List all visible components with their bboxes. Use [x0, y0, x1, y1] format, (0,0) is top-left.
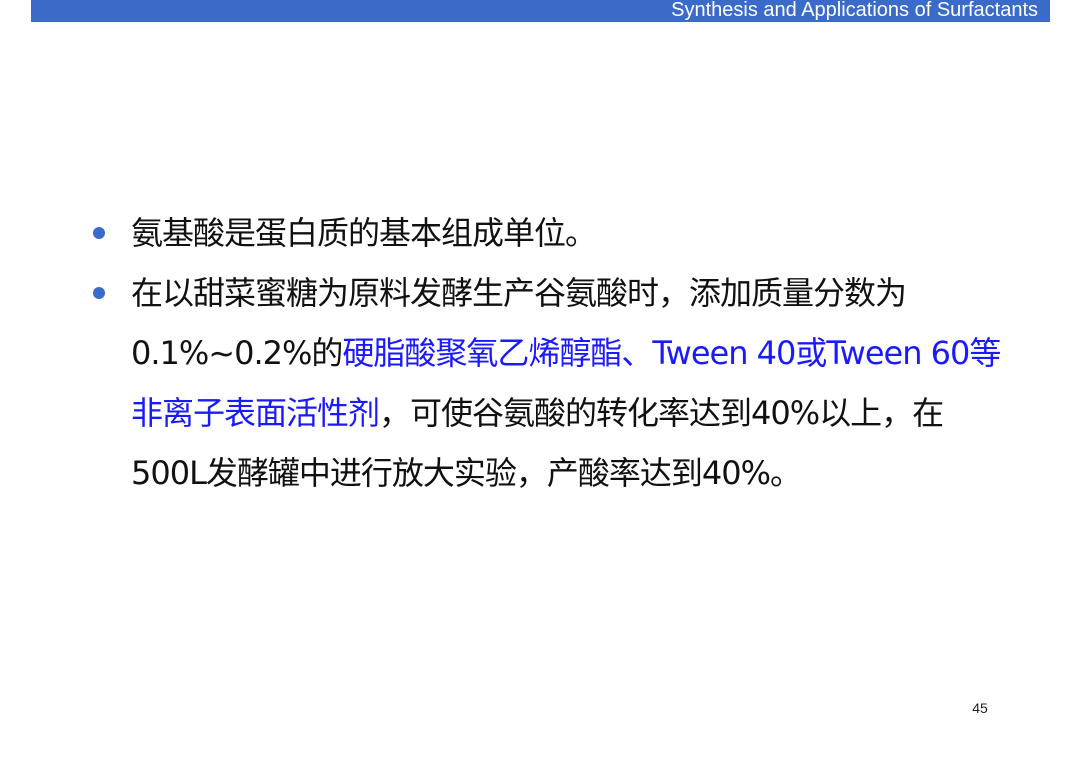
bullet-list: 氨基酸是蛋白质的基本组成单位。 在以甜菜蜜糖为原料发酵生产谷氨酸时，添加质量分数… [0, 0, 1080, 764]
bullet-dot-icon [93, 227, 105, 239]
bullet-item: 在以甜菜蜜糖为原料发酵生产谷氨酸时，添加质量分数为0.1%~0.2%的硬脂酸聚氧… [93, 263, 1001, 503]
bullet-text: 氨基酸是蛋白质的基本组成单位。 [131, 214, 597, 252]
page-number: 45 [972, 700, 988, 716]
bullet-item: 氨基酸是蛋白质的基本组成单位。 [93, 203, 1001, 263]
bullet-dot-icon [93, 287, 105, 299]
